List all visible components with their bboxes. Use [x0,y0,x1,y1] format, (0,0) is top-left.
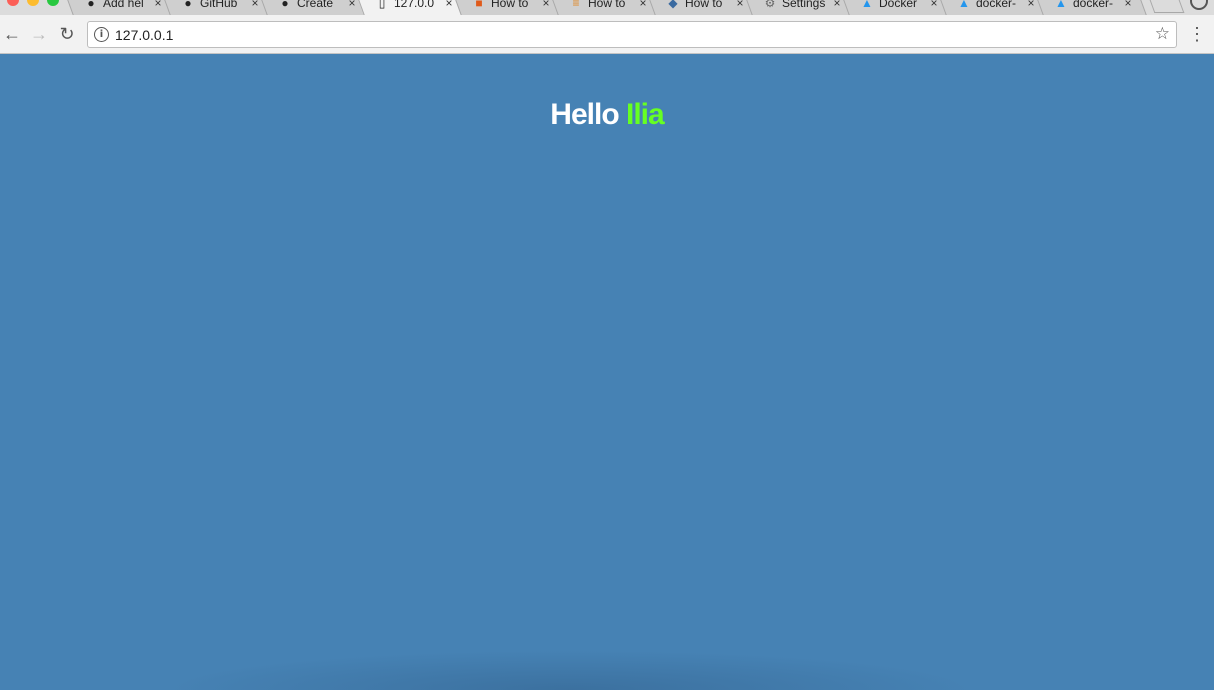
github-icon: ● [281,0,289,10]
tab-add-help[interactable]: ● Add hel × [74,0,171,15]
close-icon[interactable]: × [152,0,164,11]
tab-title: Create [297,0,334,10]
document-icon: ▯ [378,0,386,10]
page-shadow [160,650,980,690]
tab-strip: ● Add hel × ● GitHub × ● Create × ▯ 127.… [0,0,1214,15]
greeting-heading: Hello Ilia [0,98,1214,132]
site-icon: ◆ [668,0,678,10]
close-icon[interactable]: × [1025,0,1037,11]
askubuntu-icon: ■ [475,0,483,10]
tab-title: docker- [1073,0,1114,10]
tab-how-to-1[interactable]: ■ How to × [462,0,559,15]
tab-github[interactable]: ● GitHub × [171,0,268,15]
close-icon[interactable]: × [249,0,261,11]
gear-icon: ⚙ [764,0,776,10]
tab-title: Add hel [103,0,144,10]
tab-how-to-2[interactable]: ≡ How to × [559,0,656,15]
tab-title: How to [491,0,529,10]
close-icon[interactable]: × [637,0,649,11]
reload-icon[interactable]: ↻ [56,23,78,45]
tab-settings[interactable]: ⚙ Settings × [753,0,850,15]
tab-how-to-3[interactable]: ◆ How to × [656,0,753,15]
tab-title: Docker [879,0,918,10]
close-icon[interactable]: × [540,0,552,11]
tab-localhost[interactable]: ▯ 127.0.0 × [365,0,462,15]
forward-icon[interactable]: → [28,23,50,45]
tab-docker-3[interactable]: ▲ docker- × [1044,0,1141,15]
tab-title: docker- [976,0,1017,10]
close-icon[interactable]: × [1122,0,1134,11]
bookmark-star-icon[interactable]: ☆ [1155,24,1170,44]
minimize-window-button[interactable] [27,0,39,6]
tab-docker[interactable]: ▲ Docker × [850,0,947,15]
profile-icon[interactable] [1190,0,1208,10]
github-icon: ● [87,0,95,10]
close-icon[interactable]: × [734,0,746,11]
menu-icon[interactable]: ⋮ [1188,23,1206,45]
tab-create[interactable]: ● Create × [268,0,365,15]
tab-title: How to [685,0,723,10]
browser-chrome: ● Add hel × ● GitHub × ● Create × ▯ 127.… [0,0,1214,54]
tab-title: How to [588,0,626,10]
docker-icon: ▲ [861,0,873,10]
stackoverflow-icon: ≡ [572,0,580,10]
back-icon[interactable]: ← [1,23,23,45]
greeting-hello: Hello [550,98,619,131]
maximize-window-button[interactable] [47,0,59,6]
close-icon[interactable]: × [346,0,358,11]
close-window-button[interactable] [7,0,19,6]
docker-icon: ▲ [958,0,970,10]
docker-icon: ▲ [1055,0,1067,10]
tab-title: GitHub [200,0,238,10]
address-bar[interactable]: i 127.0.0.1 ☆ [87,21,1177,48]
close-icon[interactable]: × [928,0,940,11]
browser-toolbar: ← → ↻ i 127.0.0.1 ☆ ⋮ [0,15,1214,54]
address-text[interactable]: 127.0.0.1 [115,26,173,44]
tab-title: 127.0.0 [394,0,435,10]
new-tab-button[interactable] [1149,0,1185,13]
close-icon[interactable]: × [443,0,455,11]
github-icon: ● [184,0,192,10]
info-icon[interactable]: i [94,27,109,42]
close-icon[interactable]: × [831,0,843,11]
tab-title: Settings [782,0,826,10]
greeting-name: Ilia [626,98,665,131]
tab-docker-2[interactable]: ▲ docker- × [947,0,1044,15]
